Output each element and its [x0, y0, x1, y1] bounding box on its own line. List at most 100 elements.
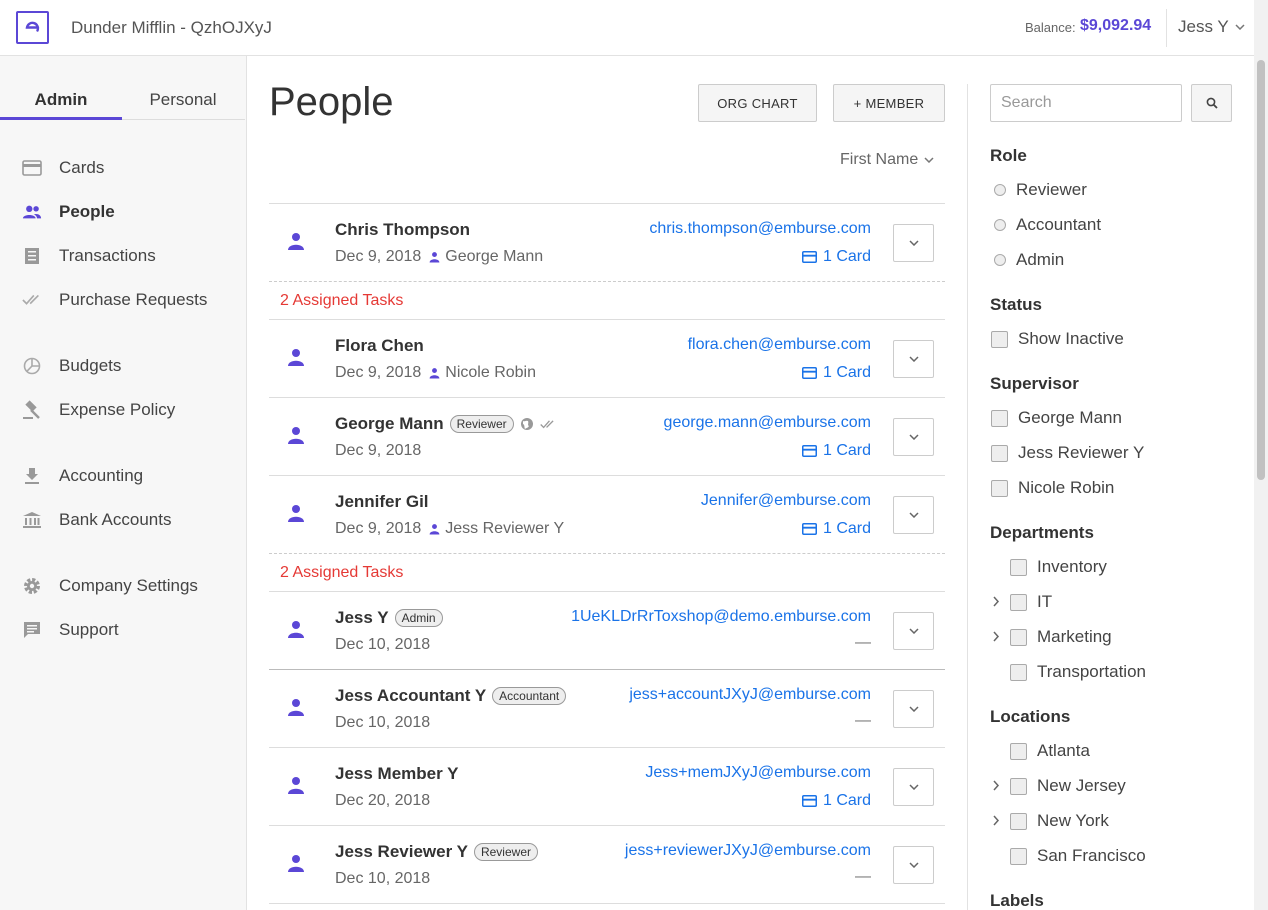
expand-row-button[interactable]	[893, 340, 934, 378]
person-row[interactable]: Jess Member Y Dec 20, 2018 Jess+memJXyJ@…	[269, 748, 945, 826]
expand-row-button[interactable]	[893, 846, 934, 884]
checkbox[interactable]	[991, 444, 1008, 462]
supervisor-option-jess-reviewer-y[interactable]: Jess Reviewer Y	[991, 443, 1144, 463]
card-count-link[interactable]: 1 Card	[801, 442, 871, 460]
sort-dropdown[interactable]: First Name	[840, 151, 934, 169]
role-option-reviewer[interactable]: Reviewer	[994, 180, 1087, 200]
person-row[interactable]: Chris Thompson Dec 9, 2018 George Mann c…	[269, 204, 945, 282]
sidebar-tabs: Admin Personal	[0, 80, 245, 120]
card-count-link[interactable]: 1 Card	[801, 792, 871, 810]
sidebar-item-bank-accounts[interactable]: Bank Accounts	[0, 502, 245, 538]
org-chart-button[interactable]: ORG CHART	[698, 84, 817, 122]
expand-row-button[interactable]	[893, 496, 934, 534]
checkbox[interactable]	[991, 330, 1008, 348]
department-option-inventory[interactable]: Inventory	[1010, 557, 1107, 577]
role-badge: Admin	[394, 609, 443, 627]
expand-row-button[interactable]	[893, 418, 934, 456]
sidebar-item-purchase-requests[interactable]: Purchase Requests	[0, 282, 245, 318]
add-member-button[interactable]: + MEMBER	[833, 84, 945, 122]
person-email[interactable]: Jess+memJXyJ@emburse.com	[645, 764, 871, 782]
person-row[interactable]: Jennifer Gil Dec 9, 2018 Jess Reviewer Y…	[269, 476, 945, 554]
radio-button[interactable]	[994, 184, 1006, 196]
person-icon	[287, 348, 305, 371]
location-option-san-francisco[interactable]: San Francisco	[1010, 846, 1146, 866]
person-email[interactable]: chris.thompson@emburse.com	[649, 220, 871, 238]
person-row[interactable]: George Mann Reviewer Dec 9, 2018 george.…	[269, 398, 945, 476]
bank-icon	[22, 510, 42, 530]
chevron-down-icon	[908, 784, 919, 790]
role-option-admin[interactable]: Admin	[994, 250, 1064, 270]
person-email[interactable]: Jennifer@emburse.com	[701, 492, 871, 510]
person-email[interactable]: 1UeKLDrRrToxshop@demo.emburse.com	[571, 608, 871, 626]
checkbox[interactable]	[1010, 742, 1027, 760]
sidebar-item-expense-policy[interactable]: Expense Policy	[0, 392, 245, 428]
sidebar-item-support[interactable]: Support	[0, 612, 245, 648]
person-email[interactable]: jess+accountJXyJ@emburse.com	[629, 686, 871, 704]
sidebar-item-cards[interactable]: Cards	[0, 150, 245, 186]
person-row[interactable]: Jess Reviewer Y Reviewer Dec 10, 2018 je…	[269, 826, 945, 904]
checkbox[interactable]	[1010, 663, 1027, 681]
assigned-tasks-link[interactable]: 2 Assigned Tasks	[280, 292, 403, 310]
person-email[interactable]: flora.chen@emburse.com	[688, 336, 871, 354]
expand-row-button[interactable]	[893, 690, 934, 728]
sidebar-item-company-settings[interactable]: Company Settings	[0, 568, 245, 604]
chevron-right-icon[interactable]	[992, 813, 1000, 829]
location-option-atlanta[interactable]: Atlanta	[1010, 741, 1090, 761]
location-option-new-jersey[interactable]: New Jersey	[1010, 776, 1126, 796]
person-email[interactable]: george.mann@emburse.com	[664, 414, 871, 432]
card-count-link[interactable]: 1 Card	[801, 248, 871, 266]
radio-button[interactable]	[994, 219, 1006, 231]
chevron-right-icon[interactable]	[992, 594, 1000, 610]
person-name: Flora Chen	[335, 336, 424, 355]
sidebar-item-transactions[interactable]: Transactions	[0, 238, 245, 274]
double-check-icon	[539, 419, 554, 428]
tab-personal[interactable]: Personal	[122, 80, 244, 120]
supervisor-option-george-mann[interactable]: George Mann	[991, 408, 1122, 428]
search-button[interactable]	[1191, 84, 1232, 122]
checkbox[interactable]	[991, 409, 1008, 427]
tab-admin[interactable]: Admin	[0, 80, 122, 120]
scrollbar-thumb[interactable]	[1257, 60, 1265, 480]
department-option-transportation[interactable]: Transportation	[1010, 662, 1146, 682]
expand-row-button[interactable]	[893, 224, 934, 262]
checkbox[interactable]	[1010, 593, 1027, 611]
checkbox[interactable]	[1010, 558, 1027, 576]
search-input[interactable]	[990, 84, 1182, 122]
sidebar-item-accounting[interactable]: Accounting	[0, 458, 245, 494]
assigned-tasks-link[interactable]: 2 Assigned Tasks	[280, 564, 403, 582]
sidebar-item-people[interactable]: People	[0, 194, 245, 230]
person-row[interactable]: Jess Y Admin Dec 10, 2018 1UeKLDrRrToxsh…	[269, 592, 945, 670]
person-email[interactable]: jess+reviewerJXyJ@emburse.com	[625, 842, 871, 860]
location-option-new-york[interactable]: New York	[1010, 811, 1109, 831]
person-row[interactable]: Flora Chen Dec 9, 2018 Nicole Robin flor…	[269, 320, 945, 398]
person-icon	[287, 854, 305, 877]
checkbox[interactable]	[1010, 812, 1027, 830]
status-option-show-inactive[interactable]: Show Inactive	[991, 329, 1124, 349]
sidebar-item-label: Cards	[59, 158, 105, 177]
expand-row-button[interactable]	[893, 612, 934, 650]
card-count: 1 Card	[822, 520, 871, 537]
chevron-right-icon[interactable]	[992, 629, 1000, 645]
emburse-logo[interactable]	[16, 11, 49, 44]
user-menu[interactable]: Jess Y	[1178, 17, 1245, 37]
role-badge: Accountant	[492, 687, 567, 705]
role-option-accountant[interactable]: Accountant	[994, 215, 1101, 235]
company-name: Dunder Mifflin - QzhOJXyJ	[71, 18, 272, 37]
radio-button[interactable]	[994, 254, 1006, 266]
sidebar-item-label: Company Settings	[59, 576, 198, 595]
supervisor-name: Nicole Robin	[445, 364, 536, 381]
sidebar-item-budgets[interactable]: Budgets	[0, 348, 245, 384]
checkbox[interactable]	[1010, 628, 1027, 646]
expand-row-button[interactable]	[893, 768, 934, 806]
card-count-link[interactable]: 1 Card	[801, 364, 871, 382]
checkbox[interactable]	[991, 479, 1008, 497]
checkbox[interactable]	[1010, 777, 1027, 795]
department-option-it[interactable]: IT	[1010, 592, 1052, 612]
person-row[interactable]: Jess Accountant Y Accountant Dec 10, 201…	[269, 670, 945, 748]
supervisor-option-nicole-robin[interactable]: Nicole Robin	[991, 478, 1114, 498]
chevron-right-icon[interactable]	[992, 778, 1000, 794]
globe-icon	[520, 418, 533, 430]
card-count-link[interactable]: 1 Card	[801, 520, 871, 538]
department-option-marketing[interactable]: Marketing	[1010, 627, 1112, 647]
checkbox[interactable]	[1010, 847, 1027, 865]
